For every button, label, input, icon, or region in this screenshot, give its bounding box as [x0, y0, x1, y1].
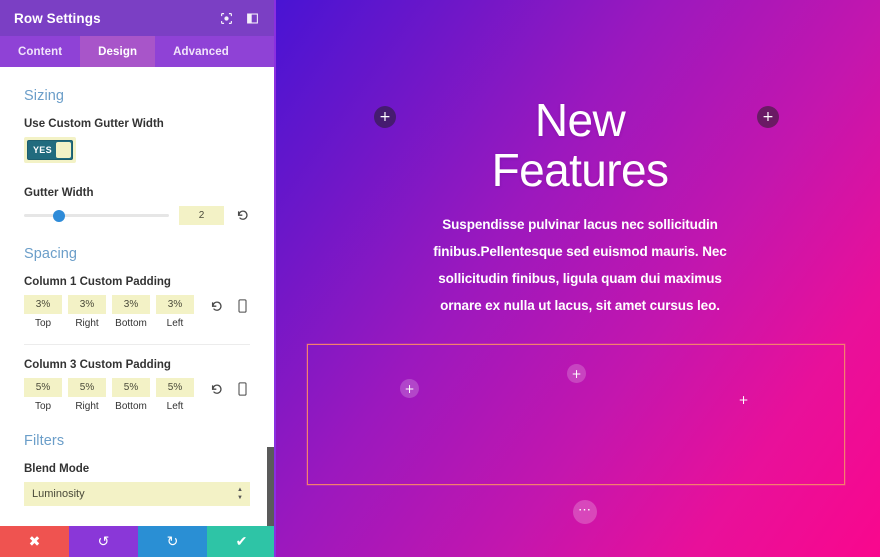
padding-field-bottom: 3% Bottom: [112, 295, 150, 329]
label-blend-mode: Blend Mode: [24, 463, 90, 475]
label-column-3-custom-padding: Column 3 Custom Padding: [24, 359, 171, 371]
column-1-padding-group: Column 1 Custom Padding 3% Top 3% Right …: [24, 276, 250, 329]
column-3-padding-fields: 5% Top 5% Right 5% Bottom 5% Left: [24, 378, 250, 412]
label-use-custom-gutter-width: Use Custom Gutter Width: [24, 118, 164, 130]
column-3-padding-actions: [208, 378, 249, 398]
padding-bottom-label: Bottom: [115, 318, 147, 329]
layout-panel-icon[interactable]: [242, 8, 262, 28]
padding-right-input[interactable]: 5%: [68, 378, 106, 397]
page-title: Row Settings: [14, 10, 101, 26]
padding-field-right: 3% Right: [68, 295, 106, 329]
padding-field-top: 5% Top: [24, 378, 62, 412]
blend-mode-value: Luminosity: [32, 488, 85, 500]
padding-bottom-input[interactable]: 3%: [112, 295, 150, 314]
column-1-padding-reset-icon[interactable]: [208, 298, 224, 314]
padding-field-left: 3% Left: [156, 295, 194, 329]
section-title-sizing: Sizing: [24, 88, 65, 104]
add-section-right-button[interactable]: +: [757, 106, 779, 128]
tab-design[interactable]: Design: [80, 36, 156, 67]
column-3-padding-group: Column 3 Custom Padding 5% Top 5% Right …: [24, 359, 250, 412]
padding-field-left: 5% Left: [156, 378, 194, 412]
column-3-padding-reset-icon[interactable]: [208, 381, 224, 397]
gutter-width-slider[interactable]: [24, 209, 169, 222]
column-3-responsive-icon[interactable]: [235, 380, 249, 398]
gutter-width-reset-icon[interactable]: [234, 208, 250, 224]
gutter-width-slider-thumb[interactable]: [52, 209, 65, 222]
column-1-padding-fields: 3% Top 3% Right 3% Bottom 3% Left: [24, 295, 250, 329]
padding-left-label: Left: [166, 318, 184, 329]
section-title-spacing: Spacing: [24, 246, 78, 262]
padding-field-right: 5% Right: [68, 378, 106, 412]
save-button[interactable]: ✔: [207, 526, 274, 557]
label-column-1-custom-padding: Column 1 Custom Padding: [24, 276, 171, 288]
gutter-width-control: 2: [24, 206, 250, 225]
panel-tabs: Content Design Advanced: [0, 36, 274, 67]
chevron-updown-icon: ▲ ▼: [237, 487, 243, 501]
padding-top-input[interactable]: 5%: [24, 378, 62, 397]
column-1-padding-actions: [208, 295, 249, 315]
padding-right-input[interactable]: 3%: [68, 295, 106, 314]
gutter-width-input[interactable]: 2: [179, 206, 224, 225]
add-column-2-button[interactable]: +: [567, 364, 586, 383]
hero-heading: New Features: [430, 95, 730, 195]
add-column-3-button[interactable]: +: [734, 390, 753, 409]
spacing-divider: [24, 344, 250, 345]
padding-top-input[interactable]: 3%: [24, 295, 62, 314]
row-options-button[interactable]: ⋯: [573, 500, 597, 524]
cancel-button[interactable]: ✖: [0, 526, 69, 557]
target-icon[interactable]: [216, 8, 236, 28]
custom-gutter-toggle[interactable]: YES: [27, 140, 73, 160]
custom-gutter-toggle-value: YES: [33, 145, 52, 155]
hero-text-block: New Features Suspendisse pulvinar lacus …: [430, 95, 730, 319]
padding-right-label: Right: [75, 318, 99, 329]
custom-gutter-toggle-highlight: YES: [24, 137, 76, 163]
padding-top-label: Top: [34, 401, 52, 412]
blend-mode-select[interactable]: Luminosity ▲ ▼: [24, 482, 250, 506]
label-gutter-width: Gutter Width: [24, 187, 94, 199]
column-1-responsive-icon[interactable]: [235, 297, 249, 315]
section-title-filters: Filters: [24, 433, 65, 449]
toggle-knob: [55, 142, 71, 158]
panel-header: Row Settings: [0, 0, 274, 36]
redo-button[interactable]: ↻: [138, 526, 207, 557]
tab-content[interactable]: Content: [0, 36, 80, 67]
padding-field-bottom: 5% Bottom: [112, 378, 150, 412]
panel-action-bar: ✖ ↺ ↻ ✔: [0, 526, 274, 557]
padding-bottom-label: Bottom: [115, 401, 147, 412]
hero-paragraph: Suspendisse pulvinar lacus nec sollicitu…: [433, 217, 727, 314]
padding-field-top: 3% Top: [24, 295, 62, 329]
hero-heading-line-2: Features: [491, 144, 669, 197]
padding-right-label: Right: [75, 401, 99, 412]
padding-left-input[interactable]: 5%: [156, 378, 194, 397]
add-section-left-button[interactable]: +: [374, 106, 396, 128]
padding-bottom-input[interactable]: 5%: [112, 378, 150, 397]
padding-top-label: Top: [34, 318, 52, 329]
row-settings-panel: Row Settings Content Design Advanced Siz…: [0, 0, 276, 557]
undo-button[interactable]: ↺: [69, 526, 138, 557]
tab-advanced[interactable]: Advanced: [155, 36, 247, 67]
add-column-1-button[interactable]: +: [400, 379, 419, 398]
panel-scroll-area: Sizing Use Custom Gutter Width YES Gutte…: [0, 67, 274, 557]
divi-builder-screen: New Features Suspendisse pulvinar lacus …: [0, 0, 880, 557]
padding-left-input[interactable]: 3%: [156, 295, 194, 314]
hero-heading-line-1: New: [534, 94, 626, 146]
padding-left-label: Left: [166, 401, 184, 412]
